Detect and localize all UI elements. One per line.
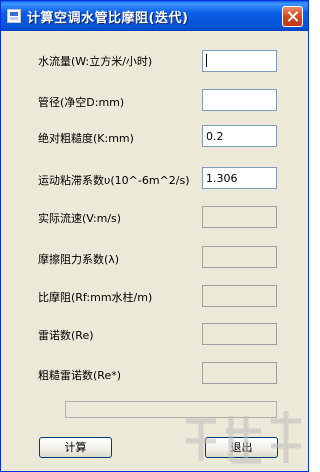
rough-reynolds-label: 粗糙雷诺数(Re*): [38, 369, 121, 382]
calculate-button[interactable]: 计算: [39, 437, 112, 458]
app-icon: [7, 9, 21, 23]
window-title: 计算空调水管比摩阻(迭代): [27, 11, 189, 26]
velocity-output: [202, 206, 277, 228]
title-bar[interactable]: 计算空调水管比摩阻(迭代): [1, 1, 308, 31]
reynolds-label: 雷诺数(Re): [38, 329, 94, 342]
specific-friction-output: [202, 285, 277, 307]
specific-friction-label: 比摩阻(Rf:mm水柱/m): [38, 291, 153, 304]
flow-rate-label: 水流量(W:立方米/小时): [38, 55, 153, 68]
exit-button[interactable]: 退出: [205, 437, 278, 458]
close-icon[interactable]: [282, 6, 303, 27]
friction-coefficient-label: 摩擦阻力系数(λ): [38, 253, 120, 266]
velocity-label: 实际流速(V:m/s): [38, 212, 122, 225]
viscosity-label: 运动粘滞系数υ(10^-6m^2/s): [38, 174, 190, 187]
rough-reynolds-output: [202, 362, 277, 384]
roughness-input[interactable]: [202, 125, 277, 147]
pipe-diameter-input[interactable]: [202, 89, 277, 111]
dialog-window: 计算空调水管比摩阻(迭代) 水流量(W:立方米/小时) 管径(净空D:mm) 绝…: [0, 0, 309, 472]
pipe-diameter-label: 管径(净空D:mm): [38, 96, 125, 109]
progress-bar: [65, 401, 277, 418]
flow-rate-input[interactable]: [202, 50, 277, 72]
friction-coefficient-output: [202, 246, 277, 268]
reynolds-output: [202, 323, 277, 345]
viscosity-input[interactable]: [202, 167, 277, 189]
roughness-label: 绝对粗糙度(K:mm): [38, 132, 134, 145]
text-cursor: [206, 54, 207, 67]
